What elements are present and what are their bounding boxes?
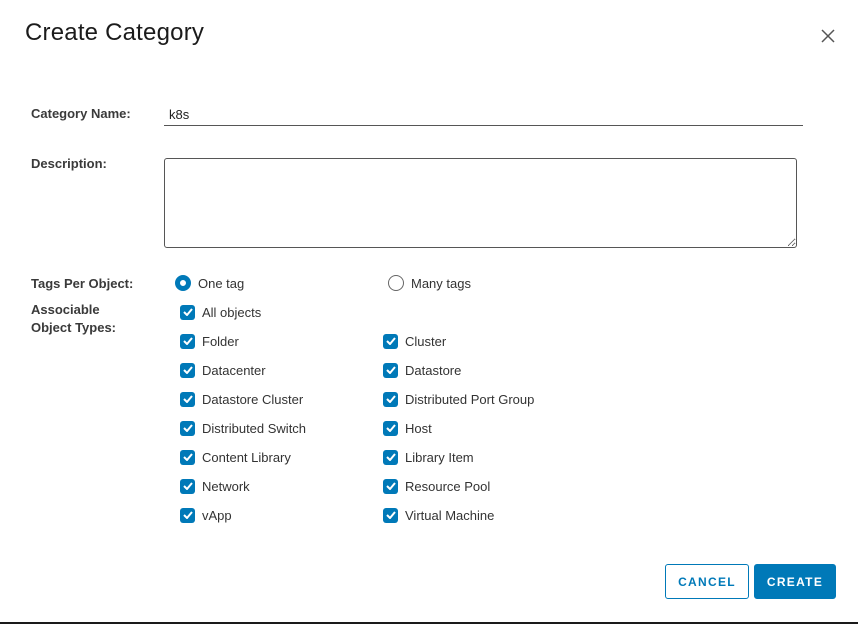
create-category-dialog: Create Category Category Name: Descripti… <box>0 0 858 624</box>
close-button[interactable] <box>818 26 838 46</box>
cancel-button[interactable]: CANCEL <box>665 564 749 599</box>
checkbox-object-type[interactable]: Virtual Machine <box>383 506 494 524</box>
checkbox-checked-icon <box>180 391 195 407</box>
checkbox-checked-icon <box>383 420 398 436</box>
checkbox-object-type[interactable]: Network <box>180 477 250 495</box>
radio-selected-icon <box>175 275 191 291</box>
create-button[interactable]: CREATE <box>754 564 836 599</box>
checkbox-label: Network <box>202 478 250 494</box>
associable-label-line1: Associable <box>31 302 100 317</box>
associable-label-line2: Object Types: <box>31 320 117 335</box>
checkbox-label: Distributed Switch <box>202 420 307 436</box>
radio-many-tags-label: Many tags <box>411 275 471 291</box>
tags-per-object-label: Tags Per Object: <box>31 276 134 291</box>
checkbox-checked-icon <box>383 333 398 349</box>
category-name-input[interactable] <box>164 103 803 126</box>
checkbox-checked-icon <box>383 507 398 523</box>
checkbox-label: Virtual Machine <box>405 507 495 523</box>
checkbox-checked-icon <box>383 391 398 407</box>
checkbox-label: Datastore Cluster <box>202 391 304 407</box>
checkbox-object-type[interactable]: Datacenter <box>180 361 266 379</box>
associable-object-types-label: Associable Object Types: <box>31 301 116 337</box>
checkbox-object-type[interactable]: Datastore <box>383 361 461 379</box>
checkbox-checked-icon <box>180 304 195 320</box>
checkbox-object-type[interactable]: Cluster <box>383 332 446 350</box>
radio-many-tags[interactable]: Many tags <box>388 275 471 291</box>
checkbox-label: Resource Pool <box>405 478 491 494</box>
radio-one-tag-label: One tag <box>198 275 245 291</box>
checkbox-label: Datastore <box>405 362 462 378</box>
checkbox-label: Distributed Port Group <box>405 391 535 407</box>
checkbox-checked-icon <box>383 362 398 378</box>
checkbox-object-type[interactable]: vApp <box>180 506 232 524</box>
radio-unselected-icon <box>388 275 404 291</box>
dialog-title: Create Category <box>25 19 205 46</box>
close-icon <box>821 29 835 43</box>
checkbox-checked-icon <box>180 507 195 523</box>
category-name-label: Category Name: <box>31 106 131 121</box>
checkbox-label: Host <box>405 420 432 436</box>
checkbox-checked-icon <box>180 420 195 436</box>
checkbox-object-type[interactable]: Folder <box>180 332 239 350</box>
description-label: Description: <box>31 156 107 171</box>
checkbox-checked-icon <box>180 362 195 378</box>
checkbox-label: vApp <box>202 507 232 523</box>
checkbox-object-type[interactable]: Distributed Port Group <box>383 390 534 408</box>
checkbox-object-type[interactable]: Datastore Cluster <box>180 390 303 408</box>
checkbox-label: Library Item <box>405 449 474 465</box>
checkbox-object-type[interactable]: Distributed Switch <box>180 419 306 437</box>
description-textarea[interactable] <box>164 158 797 248</box>
checkbox-label: Folder <box>202 333 239 349</box>
checkbox-all-objects[interactable]: All objects <box>180 303 261 321</box>
checkbox-label: Datacenter <box>202 362 266 378</box>
checkbox-checked-icon <box>180 478 195 494</box>
checkbox-object-type[interactable]: Host <box>383 419 432 437</box>
checkbox-checked-icon <box>383 449 398 465</box>
radio-one-tag[interactable]: One tag <box>175 275 244 291</box>
checkbox-checked-icon <box>180 449 195 465</box>
checkbox-checked-icon <box>180 333 195 349</box>
checkbox-object-type[interactable]: Library Item <box>383 448 474 466</box>
checkbox-checked-icon <box>383 478 398 494</box>
checkbox-label: Content Library <box>202 449 291 465</box>
checkbox-label: All objects <box>202 304 262 320</box>
checkbox-object-type[interactable]: Content Library <box>180 448 291 466</box>
checkbox-label: Cluster <box>405 333 447 349</box>
checkbox-object-type[interactable]: Resource Pool <box>383 477 490 495</box>
